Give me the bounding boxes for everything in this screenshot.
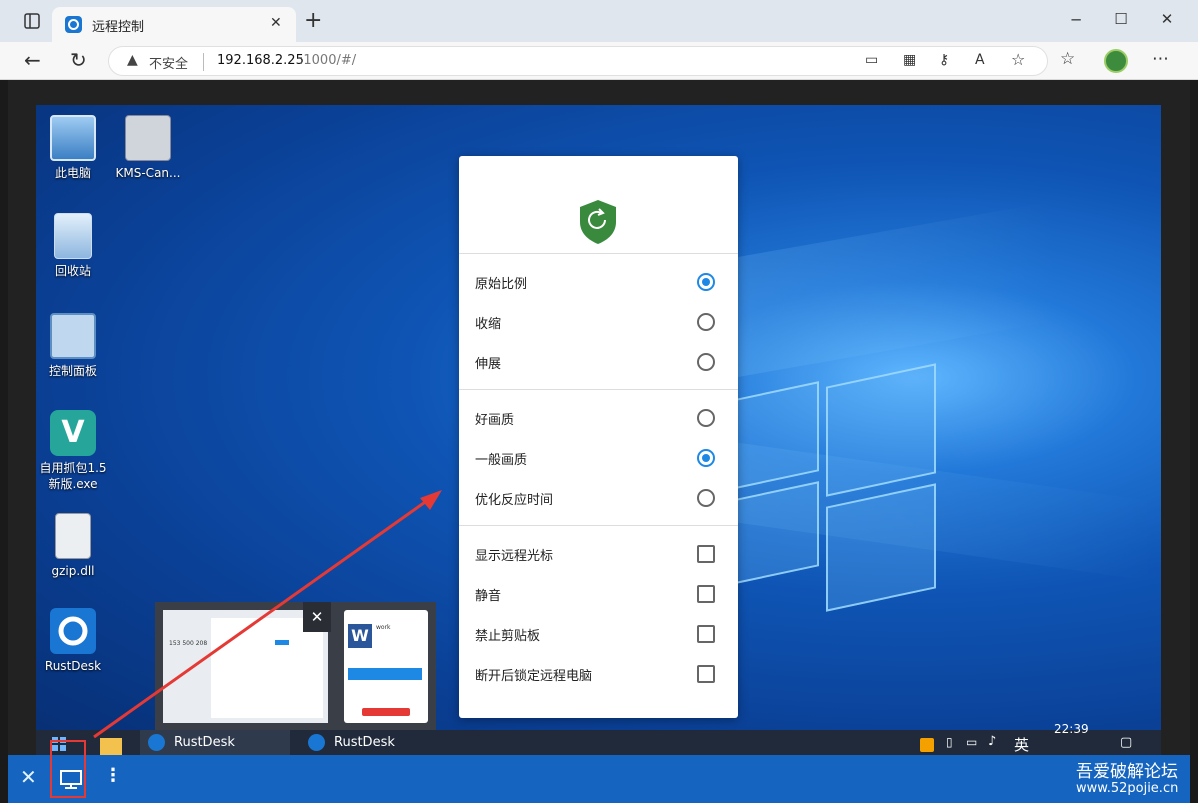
annotation-arrow [93, 490, 442, 739]
